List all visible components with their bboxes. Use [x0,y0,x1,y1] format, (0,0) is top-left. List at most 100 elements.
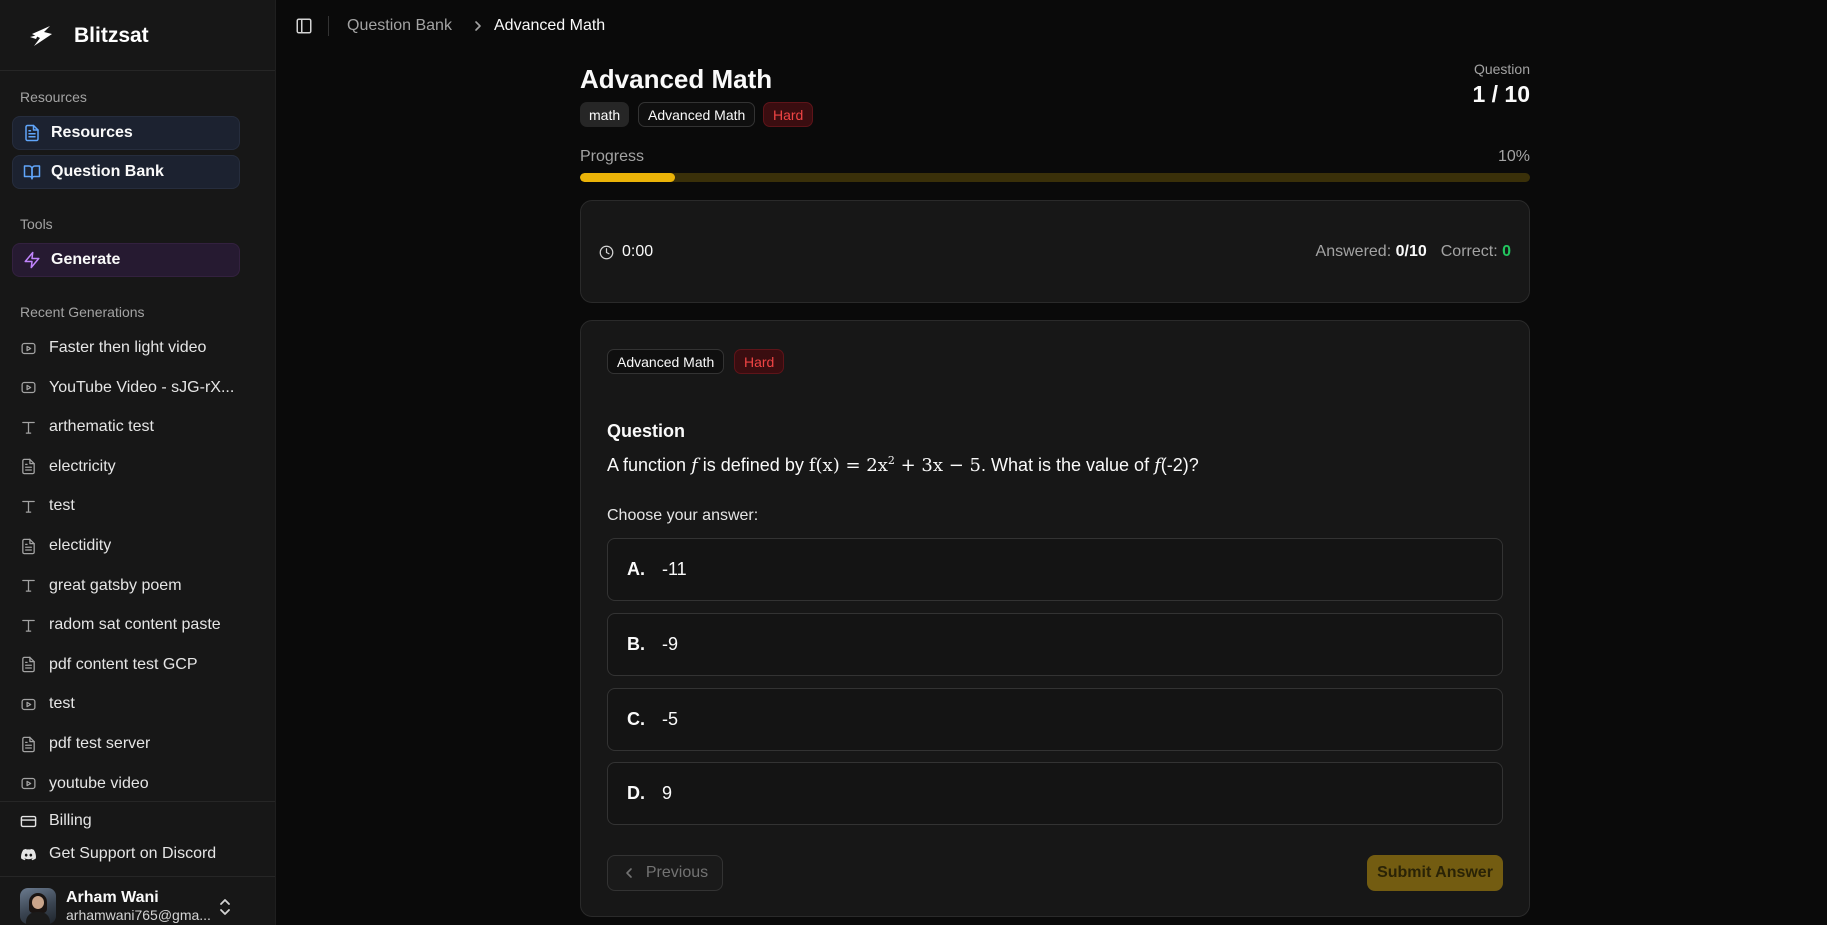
stats-card: 0:00 Answered: 0/10 Correct: 0 [580,200,1530,303]
answer-option-d[interactable]: D. 9 [607,762,1503,825]
formula-exponent: 2 [887,454,895,467]
sidebar: Blitzsat Resources Resources Question Ba… [0,0,276,925]
section-label-recent: Recent Generations [20,304,145,320]
page-title: Advanced Math [580,64,773,94]
answered-stat: Answered: 0/10 [1316,243,1427,261]
choose-answer-label: Choose your answer: [607,507,759,524]
progress-percent: 10% [1497,148,1530,165]
sidebar-divider [0,876,275,877]
formula-lhs: f(x) = 2x [808,455,888,476]
video-icon [21,777,36,790]
recent-item[interactable]: electidity [20,534,252,558]
recent-item[interactable]: test [20,494,252,518]
question-text-part: (-2)? [1160,455,1199,475]
recent-item-label: YouTube Video - sJG-rX... [49,378,235,396]
recent-item[interactable]: electricity [20,455,252,479]
billing-link[interactable]: Billing [20,812,92,830]
text-icon [22,619,35,632]
question-text-part: A function [607,455,687,475]
correct-stat: Correct: 0 [1441,243,1511,261]
recent-item[interactable]: youtube video [20,772,252,796]
sidebar-item-generate[interactable]: Generate [12,243,240,277]
option-value: -5 [662,709,679,729]
user-email: arhamwani765@gma... [66,907,211,924]
recent-item[interactable]: great gatsby poem [20,574,252,598]
score-summary: Answered: 0/10 Correct: 0 [1316,243,1511,261]
timer-value: 0:00 [622,243,654,260]
sidebar-item-label: Resources [51,124,133,141]
book-open-icon [23,165,41,180]
answer-option-b[interactable]: B. -9 [607,613,1503,676]
discord-icon [21,848,36,860]
option-value: 9 [662,783,673,803]
answer-option-c[interactable]: C. -5 [607,688,1503,751]
correct-label: Correct: [1440,243,1498,260]
tag-topic: Advanced Math [638,102,756,127]
breadcrumb-question-bank[interactable]: Question Bank [347,17,452,35]
credit-card-icon [20,815,37,827]
tag-difficulty: Hard [763,102,814,127]
correct-value: 0 [1502,243,1511,260]
recent-item-label: radom sat content paste [49,616,221,634]
discord-support-link[interactable]: Get Support on Discord [20,845,216,863]
progress-bar [580,173,1530,182]
sidebar-toggle-icon[interactable] [295,17,313,35]
sidebar-item-question-bank[interactable]: Question Bank [12,155,240,189]
recent-item-label: great gatsby poem [49,576,182,594]
recent-item[interactable]: pdf content test GCP [20,653,252,677]
recent-item-label: pdf content test GCP [49,655,198,673]
question-text-part: is defined by [702,455,804,475]
app-name: Blitzsat [74,24,149,47]
text-icon [22,579,35,592]
user-menu[interactable]: Arham Wani arhamwani765@gma... [20,886,236,925]
text-icon [22,500,35,513]
section-label-resources: Resources [20,89,87,105]
math-formula: f(x) = 2x2 + 3x − 5 [808,454,981,476]
user-name: Arham Wani [66,888,159,906]
sidebar-item-resources[interactable]: Resources [12,116,240,150]
question-count: 1 / 10 [1472,81,1530,107]
recent-item-label: Faster then light video [49,339,207,356]
progress-bar-fill [580,173,675,182]
recent-item-label: pdf test server [49,735,151,752]
question-text-part: . What is the value of [980,455,1150,475]
recent-item[interactable]: pdf test server [20,732,252,756]
lightning-icon [24,251,40,269]
video-icon [21,381,36,394]
section-label-tools: Tools [20,216,53,232]
progress-label: Progress [580,148,645,165]
sidebar-divider [0,801,275,802]
question-heading: Question [607,421,686,441]
question-tag-difficulty: Hard [734,349,785,374]
option-letter: D. [627,783,645,803]
submit-answer-button[interactable]: Submit Answer [1367,855,1503,891]
recent-item-label: youtube video [49,774,149,792]
question-count-label: Question [1473,61,1530,77]
chevrons-up-down-icon [220,899,230,915]
breadcrumb-current: Advanced Math [494,17,606,34]
billing-label: Billing [49,812,92,829]
answered-value: 0/10 [1395,243,1427,260]
tag-subject: math [580,102,630,127]
video-icon [21,342,36,354]
recent-item[interactable]: arthematic test [20,415,252,439]
option-letter: C. [627,709,645,729]
discord-support-label: Get Support on Discord [49,845,217,862]
question-tag-topic: Advanced Math [607,349,725,374]
previous-button[interactable]: Previous [607,855,723,891]
option-value: -11 [662,559,687,579]
answer-option-a[interactable]: A. -11 [607,538,1503,601]
text-icon [22,421,35,434]
recent-item[interactable]: test [20,692,252,716]
sidebar-divider [0,70,275,71]
sidebar-item-label: Generate [51,251,121,268]
recent-item-label: electidity [49,537,112,554]
recent-item[interactable]: radom sat content paste [20,613,252,637]
file-text-icon [22,459,35,475]
option-letter: A. [627,559,645,579]
brand[interactable]: Blitzsat [24,20,149,52]
top-bar: Question Bank Advanced Math [276,0,1827,52]
timer: 0:00 [599,243,653,261]
recent-item[interactable]: Faster then light video [20,336,252,360]
recent-item[interactable]: YouTube Video - sJG-rX... [20,376,252,400]
